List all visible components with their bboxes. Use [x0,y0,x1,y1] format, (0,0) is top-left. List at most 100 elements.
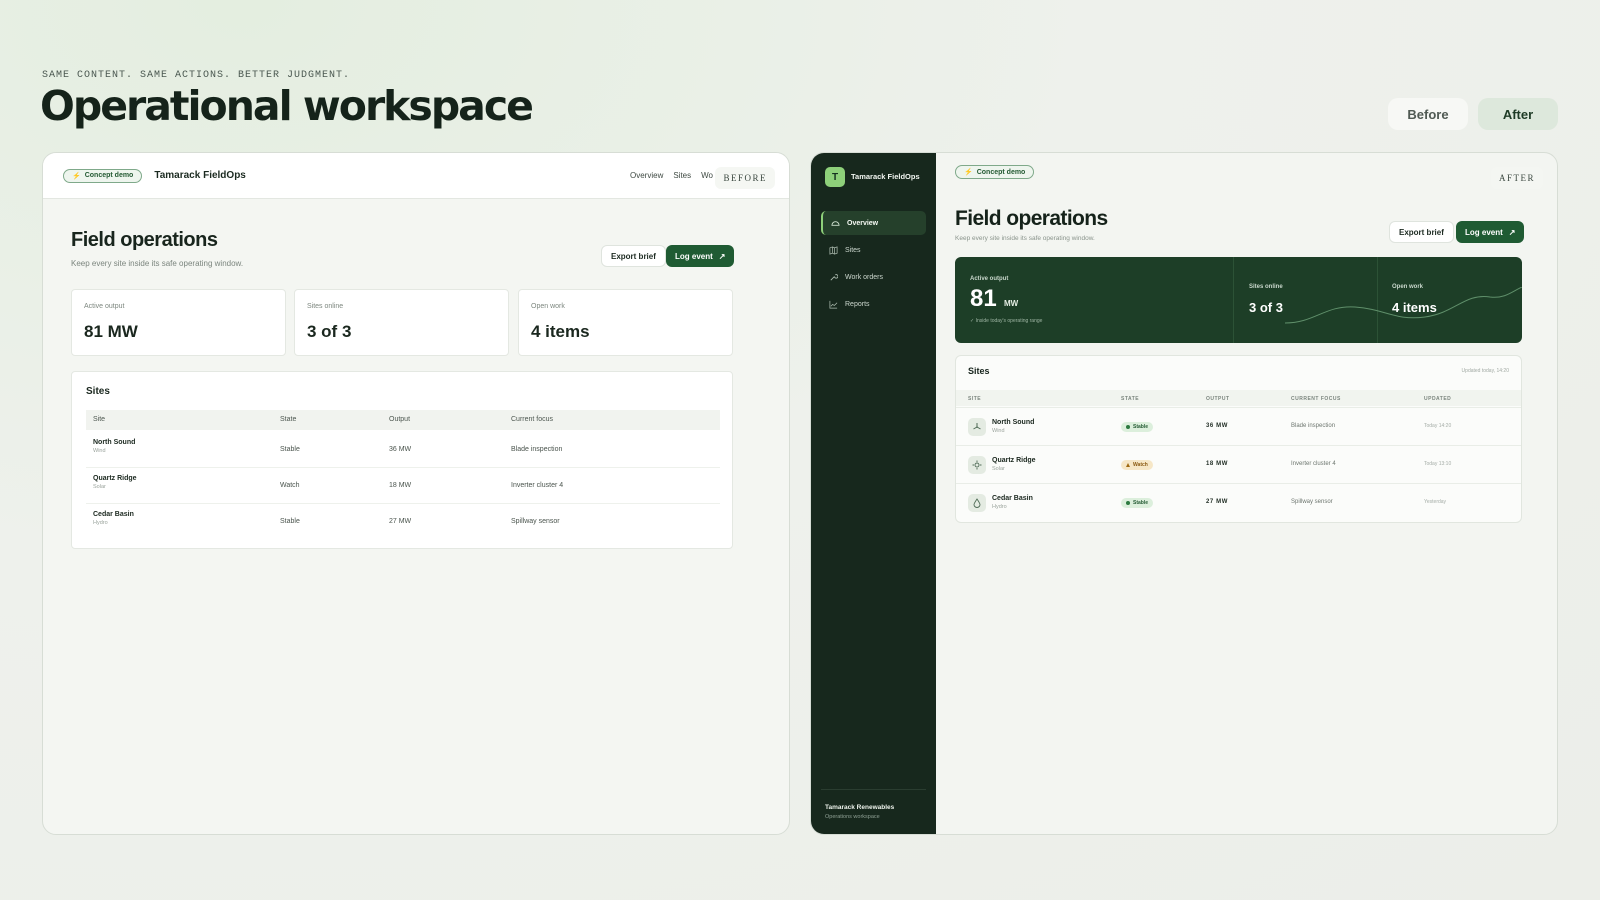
badge-label: Watch [1133,462,1148,468]
brand-name: Tamarack FieldOps [154,170,246,181]
site-focus: Blade inspection [511,446,563,453]
chip-label: Concept demo [84,172,134,179]
site-output: 27 MW [389,518,412,525]
sidebar-footer: Tamarack Renewables Operations workspace [825,804,894,820]
metric-note-text: Inside today's operating range [975,318,1043,324]
table-row[interactable]: Cedar Basin Hydro Stable 27 MW Spillway s… [956,483,1521,521]
before-tag: BEFORE [715,167,775,189]
col-updated[interactable]: UPDATED [1424,396,1451,402]
section-title: Field operations [71,229,218,251]
updated-timestamp: Updated today, 14:20 [1461,368,1509,374]
metric-value: 81 MW [84,322,138,341]
metric-value: 3 of 3 [307,322,352,341]
col-state[interactable]: State [280,416,296,423]
bolt-icon: ⚡ [72,172,81,180]
site-updated: Today 13:10 [1424,461,1452,467]
metric-card: Sites online 3 of 3 [294,289,509,356]
site-state: Stable [280,518,300,525]
col-output[interactable]: OUTPUT [1206,396,1230,402]
badge-label: Stable [1133,424,1149,430]
sidebar-item-work-orders[interactable]: Work orders [821,265,926,289]
metric-card: Open work 4 items [518,289,733,356]
nav-sites[interactable]: Sites [673,171,691,180]
log-event-button[interactable]: Log event ↗ [1456,221,1525,243]
sidebar-item-overview[interactable]: Overview [821,211,926,235]
check-icon: ✓ [970,318,975,324]
site-type: Solar [93,484,106,490]
table-title: Sites [86,386,110,397]
site-focus: Spillway sensor [511,518,560,525]
col-site[interactable]: SITE [968,396,981,402]
toggle-after-button[interactable]: After [1478,98,1558,130]
before-panel: ⚡ Concept demo Tamarack FieldOps Overvie… [42,152,790,835]
sidebar: T Tamarack FieldOps Overview Sites Work … [811,153,936,834]
site-focus: Blade inspection [1291,423,1336,429]
col-focus[interactable]: Current focus [511,416,553,423]
site-type: Hydro [93,520,108,526]
site-output: 18 MW [389,482,412,489]
site-type: Hydro [992,504,1007,510]
table-row[interactable]: North Sound Wind Stable 36 MW Blade inspe… [956,407,1521,445]
droplet-icon [968,494,986,512]
table-row[interactable]: Quartz Ridge Solar Watch 18 MW Inverter c… [956,445,1521,483]
status-badge: Watch [1121,460,1153,470]
org-sub: Operations workspace [825,814,880,820]
metric-value: 81 [970,285,997,312]
before-topbar: ⚡ Concept demo Tamarack FieldOps Overvie… [43,153,789,199]
site-updated: Today 14:20 [1424,423,1452,429]
table-title: Sites [968,366,990,376]
sparkline [1285,287,1522,324]
page-title: Operational workspace [40,82,534,130]
metric-note: ✓ Inside today's operating range [970,318,1042,324]
nav-work[interactable]: Wo [701,171,713,180]
chip-label: Concept demo [976,168,1026,176]
sidebar-item-label: Sites [845,246,861,254]
site-focus: Inverter cluster 4 [511,482,564,489]
metric-label: Sites online [307,303,344,310]
status-badge: Stable [1121,498,1154,508]
chart-icon [829,300,838,308]
sidebar-item-reports[interactable]: Reports [821,292,926,316]
site-type: Wind [992,428,1005,434]
sites-table: Sites Site State Output Current focus No… [71,371,733,549]
site-output: 36 MW [389,446,412,453]
table-row[interactable]: Quartz Ridge Solar Watch 18 MW Inverter c… [86,468,720,504]
log-event-label: Log event [675,251,713,261]
sidebar-item-sites[interactable]: Sites [821,238,926,262]
sidebar-item-label: Work orders [845,273,883,281]
col-output[interactable]: Output [389,416,410,423]
col-focus[interactable]: CURRENT FOCUS [1291,396,1341,402]
section-subtitle: Keep every site inside its safe operatin… [71,259,244,268]
after-panel: T Tamarack FieldOps Overview Sites Work … [810,152,1558,835]
gauge-icon [831,220,840,226]
col-site[interactable]: Site [93,416,105,423]
divider [821,789,926,790]
table-row[interactable]: Cedar Basin Hydro Stable 27 MW Spillway s… [86,504,720,540]
site-focus: Inverter cluster 4 [1291,461,1336,467]
metric-value: 4 items [531,322,590,341]
col-state[interactable]: STATE [1121,396,1139,402]
section-title: Field operations [955,207,1108,230]
table-row[interactable]: North Sound Wind Stable 36 MW Blade inspe… [86,432,720,468]
site-name: North Sound [93,439,136,446]
concept-chip: ⚡ Concept demo [955,165,1035,179]
sun-icon [968,456,986,474]
site-type: Solar [992,466,1005,472]
metric-label: Open work [531,303,565,310]
site-output: 27 MW [1206,499,1229,505]
log-event-button[interactable]: Log event ↗ [666,245,735,267]
brand-name: Tamarack FieldOps [851,172,920,181]
badge-label: Stable [1133,500,1149,506]
bolt-icon: ⚡ [964,169,973,176]
eyebrow: SAME CONTENT. SAME ACTIONS. BETTER JUDGM… [42,70,351,81]
sites-table: Sites Updated today, 14:20 SITE STATE OU… [955,355,1522,523]
table-header: SITE STATE OUTPUT CURRENT FOCUS UPDATED [956,390,1521,406]
export-brief-button[interactable]: Export brief [601,245,666,267]
nav-overview[interactable]: Overview [630,171,663,180]
status-dot-icon [1126,425,1130,429]
site-name: Cedar Basin [992,495,1033,502]
site-updated: Yesterday [1424,499,1447,505]
site-type: Wind [93,448,106,454]
export-brief-button[interactable]: Export brief [1389,221,1454,243]
toggle-before-button[interactable]: Before [1388,98,1468,130]
